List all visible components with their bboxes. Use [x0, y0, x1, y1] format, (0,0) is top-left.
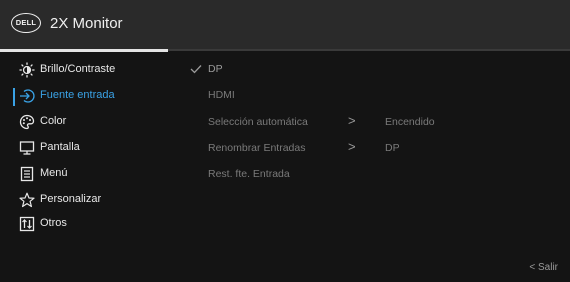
chevron-right-icon: >: [348, 139, 356, 154]
chevron-right-icon: >: [348, 113, 356, 128]
menu-item-label: Menú: [40, 167, 68, 179]
option-auto-select-value: Encendido: [385, 116, 435, 128]
option-rename-value: DP: [385, 142, 400, 154]
menu-item-color[interactable]: Color: [0, 112, 170, 134]
others-icon: [19, 216, 35, 232]
checkmark-icon: [190, 65, 202, 74]
menu-item-label: Personalizar: [40, 193, 102, 205]
menu-highlight-line: [0, 49, 168, 52]
active-indicator: [13, 88, 15, 106]
menu-item-menu[interactable]: Menú: [0, 164, 170, 186]
star-icon: [19, 192, 35, 208]
chevron-left-icon: <: [529, 262, 536, 273]
color-palette-icon: [19, 114, 35, 130]
osd-header: DELL 2X Monitor: [0, 0, 570, 49]
option-dp[interactable]: DP: [208, 63, 223, 75]
option-hdmi[interactable]: HDMI: [208, 89, 235, 101]
menu-item-personalize[interactable]: Personalizar: [0, 190, 170, 212]
option-auto-select[interactable]: Selección automática: [208, 116, 308, 128]
input-source-icon: [20, 89, 35, 103]
exit-button[interactable]: < Salir: [529, 262, 558, 273]
menu-document-icon: [20, 166, 34, 182]
menu-item-input-source[interactable]: Fuente entrada: [0, 86, 170, 108]
dell-logo: DELL: [11, 13, 41, 33]
menu-item-label: Brillo/Contraste: [40, 63, 116, 75]
option-rename-inputs[interactable]: Renombrar Entradas: [208, 142, 305, 154]
display-icon: [19, 141, 35, 155]
monitor-osd: DELL 2X Monitor Brillo/Contraste Fuente …: [0, 0, 570, 282]
exit-label: Salir: [537, 262, 558, 273]
menu-item-display[interactable]: Pantalla: [0, 138, 170, 160]
monitor-title: 2X Monitor: [50, 15, 123, 32]
dell-logo-text: DELL: [15, 18, 37, 27]
menu-item-label: Color: [40, 115, 67, 127]
menu-item-others[interactable]: Otros: [0, 214, 170, 236]
menu-item-label: Fuente entrada: [40, 89, 115, 101]
menu-item-label: Otros: [40, 217, 67, 229]
menu-item-brightness-contrast[interactable]: Brillo/Contraste: [0, 60, 170, 82]
option-reset-input[interactable]: Rest. fte. Entrada: [208, 168, 290, 180]
menu-item-label: Pantalla: [40, 141, 80, 153]
brightness-icon: [19, 62, 35, 78]
